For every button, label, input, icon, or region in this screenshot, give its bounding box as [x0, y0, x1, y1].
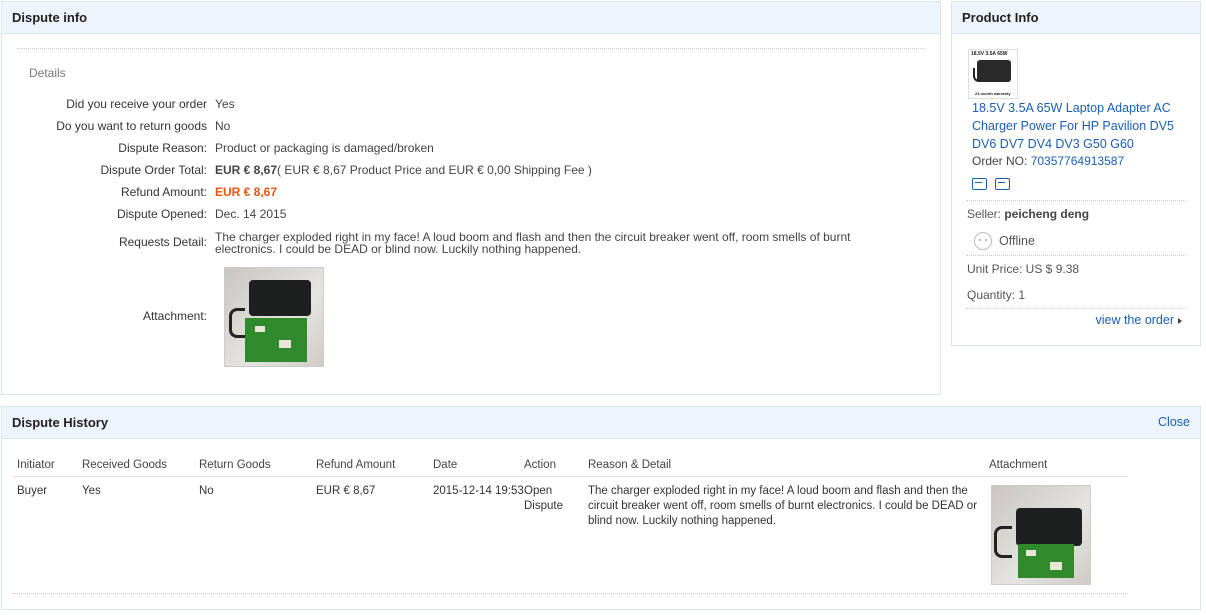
adapter-cable — [973, 68, 981, 82]
cell-return-goods: No — [199, 485, 214, 497]
seller-status: Offline — [974, 232, 1035, 250]
order-total-breakdown: ( EUR € 8,67 Product Price and EUR € 0,0… — [277, 163, 592, 177]
received-label: Did you receive your order — [66, 97, 207, 111]
dispute-history-heading: Dispute History — [12, 415, 109, 430]
order-no-label: Order NO: — [972, 154, 1028, 168]
opened-row: Dispute Opened: Dec. 14 2015 — [2, 207, 922, 225]
received-value: Yes — [215, 97, 235, 111]
order-number: Order NO: 70357764913587 — [972, 154, 1124, 168]
reason-row: Dispute Reason: Product or packaging is … — [2, 141, 922, 159]
divider — [966, 200, 1186, 201]
column-header: Action — [524, 459, 556, 471]
offline-icon — [974, 232, 992, 250]
product-thumbnail[interactable]: 18.5V 3.5A 65W 24 month warranty — [968, 49, 1018, 99]
order-no-link[interactable]: 70357764913587 — [1031, 154, 1124, 168]
dispute-history-panel: Dispute History Close Initiator Received… — [1, 406, 1201, 610]
refund-value: EUR € 8,67 — [215, 185, 278, 199]
requests-label: Requests Detail: — [118, 235, 207, 249]
opened-value: Dec. 14 2015 — [215, 207, 287, 221]
dispute-info-panel: Dispute info Details Did you receive you… — [1, 1, 941, 395]
product-image-caption-top: 18.5V 3.5A 65W — [971, 51, 1008, 57]
cell-action: Open Dispute — [524, 485, 563, 512]
reason-value: Product or packaging is damaged/broken — [215, 141, 434, 155]
order-total-label: Dispute Order Total: — [100, 163, 208, 177]
charger-photo — [992, 486, 1090, 584]
product-info-title: Product Info — [952, 2, 1200, 34]
attachment-thumbnail[interactable] — [224, 267, 324, 367]
return-goods-row: Do you want to return goods No — [2, 119, 922, 137]
view-order-link[interactable]: view the order — [1095, 313, 1182, 327]
quantity: Quantity: 1 — [967, 288, 1026, 302]
column-header: Reason & Detail — [588, 459, 672, 471]
order-total-amount: EUR € 8,67 — [215, 163, 278, 177]
order-total-row: Dispute Order Total: EUR € 8,67( EUR € 8… — [2, 163, 922, 181]
divider — [12, 476, 1128, 477]
product-info-panel: Product Info 18.5V 3.5A 65W 24 month war… — [951, 1, 1201, 346]
shipping-icon[interactable] — [972, 178, 987, 190]
product-title-link[interactable]: 18.5V 3.5A 65W Laptop Adapter AC Charger… — [972, 99, 1187, 153]
received-row: Did you receive your order Yes — [2, 97, 922, 115]
requests-value: The charger exploded right in my face! A… — [215, 230, 851, 256]
cell-detail: The charger exploded right in my face! A… — [588, 485, 978, 527]
unit-price: Unit Price: US $ 9.38 — [967, 262, 1080, 276]
column-header: Date — [433, 459, 458, 471]
opened-label: Dispute Opened: — [116, 207, 207, 221]
dispute-history-title: Dispute History — [2, 407, 1200, 439]
column-header: Return Goods — [199, 459, 271, 471]
refund-row: Refund Amount: EUR € 8,67 — [2, 185, 922, 203]
divider — [17, 48, 925, 49]
column-header: Attachment — [989, 459, 1048, 471]
reason-label: Dispute Reason: — [118, 141, 207, 155]
adapter-image — [977, 60, 1011, 82]
seller-info: Seller: peicheng deng — [967, 207, 1089, 221]
column-header: Received Goods — [82, 459, 168, 471]
dispute-info-title: Dispute info — [2, 2, 940, 34]
cell-refund: EUR € 8,67 — [316, 485, 376, 497]
details-label: Details — [29, 66, 66, 80]
history-attachment-thumbnail[interactable] — [991, 485, 1091, 585]
status-text: Offline — [999, 234, 1035, 248]
cell-received: Yes — [82, 485, 101, 497]
order-icons — [972, 178, 1010, 190]
charger-photo — [225, 268, 323, 366]
refund-label: Refund Amount: — [120, 185, 207, 199]
divider — [966, 308, 1186, 309]
divider — [966, 255, 1186, 256]
cell-date: 2015-12-14 19:53 — [433, 485, 524, 497]
attachment-label: Attachment: — [142, 309, 207, 323]
close-link[interactable]: Close — [1158, 415, 1190, 429]
return-goods-label: Do you want to return goods — [56, 119, 207, 133]
column-header: Refund Amount — [316, 459, 396, 471]
seller-name[interactable]: peicheng deng — [1004, 207, 1089, 221]
requests-row: Requests Detail: The charger exploded ri… — [2, 231, 922, 263]
attachment-row: Attachment: — [2, 309, 922, 327]
divider — [12, 593, 1128, 594]
cell-initiator: Buyer — [17, 485, 48, 497]
column-header: Initiator — [17, 459, 55, 471]
order-total-value: EUR € 8,67( EUR € 8,67 Product Price and… — [215, 163, 922, 181]
product-image-caption-bottom: 24 month warranty — [975, 91, 1011, 96]
return-goods-value: No — [215, 119, 231, 133]
seller-label: Seller: — [967, 207, 1002, 221]
return-icon[interactable] — [995, 178, 1010, 190]
